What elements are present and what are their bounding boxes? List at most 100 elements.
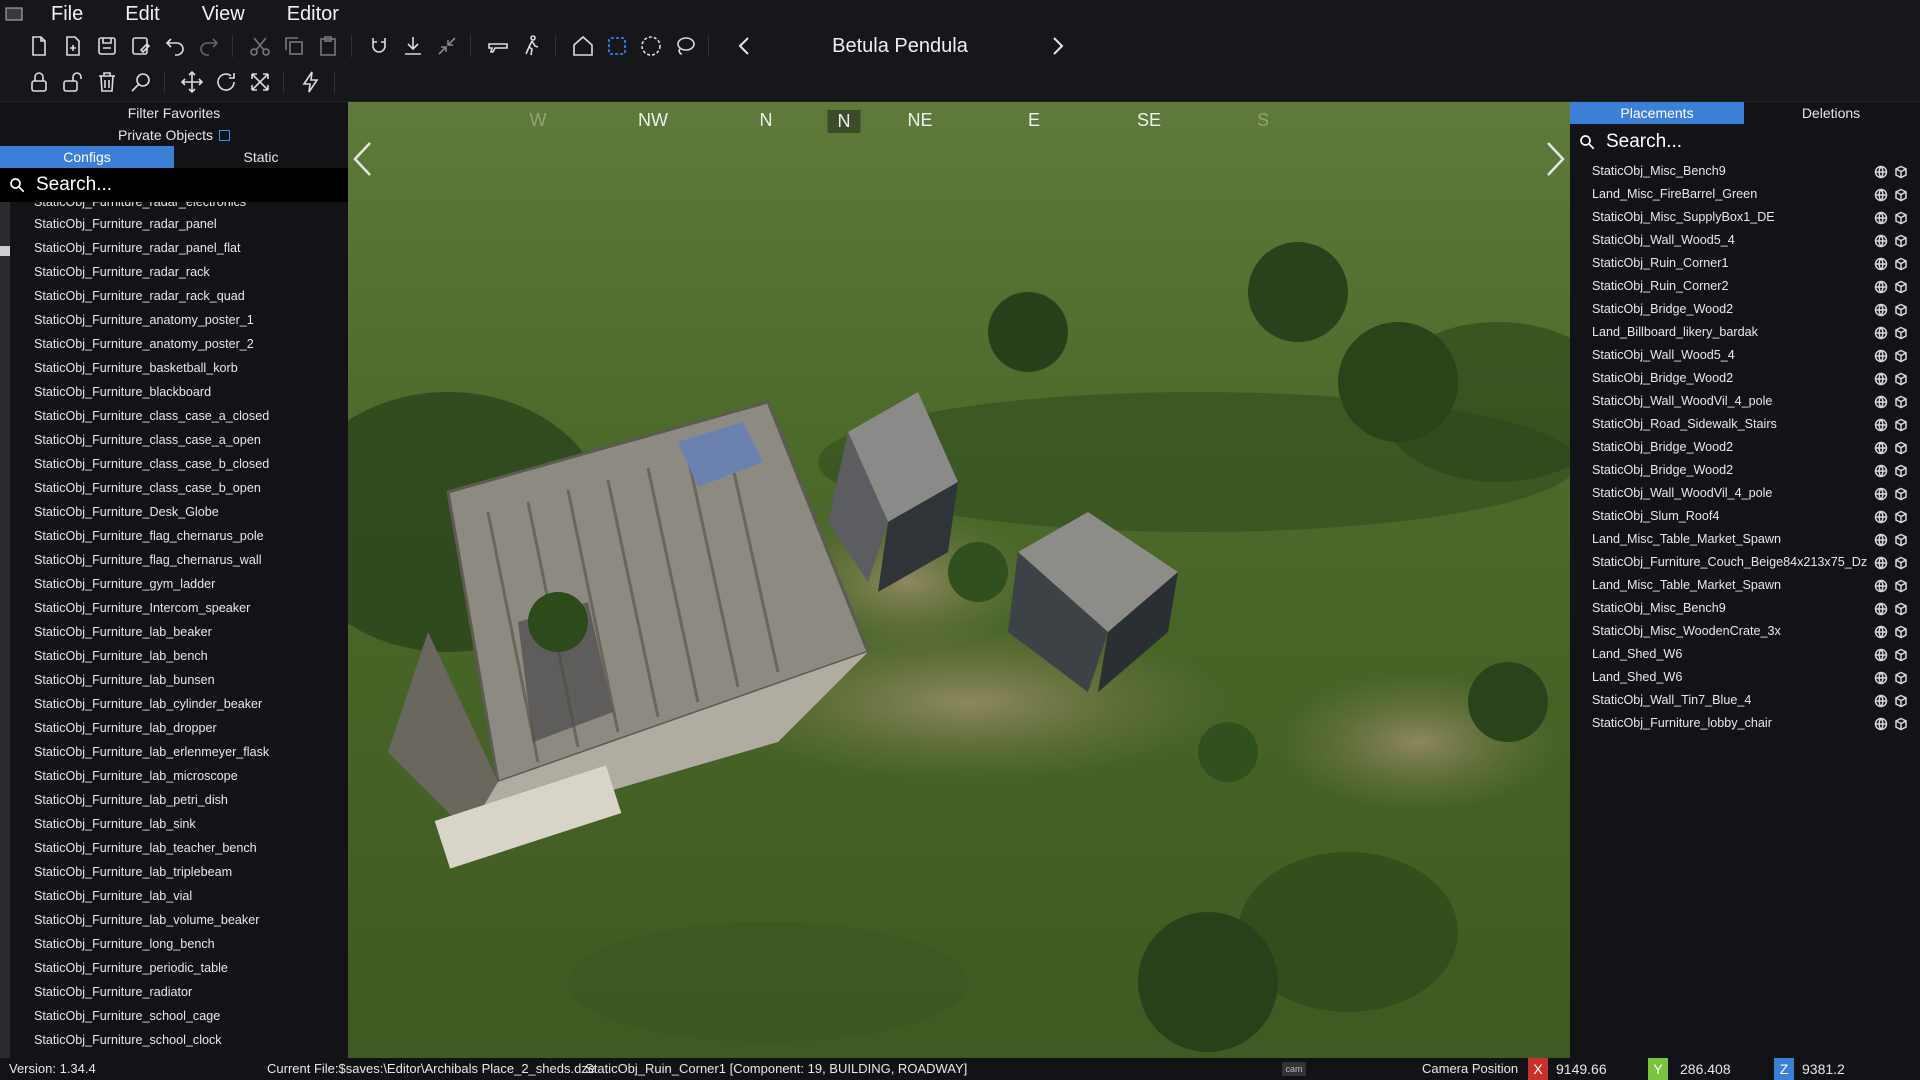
list-item[interactable]: StaticObj_Furniture_lab_bunsen: [0, 668, 348, 692]
list-item[interactable]: StaticObj_Furniture_lab_beaker: [0, 620, 348, 644]
globe-icon[interactable]: [1874, 279, 1888, 294]
left-search-input[interactable]: [36, 174, 316, 196]
delete-icon[interactable]: [92, 67, 122, 97]
circle-select-icon[interactable]: [636, 31, 666, 61]
move-gizmo-icon[interactable]: [177, 67, 207, 97]
list-item[interactable]: StaticObj_Furniture_radiator: [0, 980, 348, 1004]
list-item[interactable]: StaticObj_Furniture_lab_bench: [0, 644, 348, 668]
list-item[interactable]: StaticObj_Furniture_lab_dropper: [0, 716, 348, 740]
globe-icon[interactable]: [1874, 325, 1888, 340]
new-file-icon[interactable]: [24, 31, 54, 61]
cube-icon[interactable]: [1894, 440, 1908, 455]
tab-configs[interactable]: Configs: [0, 146, 174, 168]
globe-icon[interactable]: [1874, 302, 1888, 317]
list-item[interactable]: StaticObj_Furniture_class_case_b_closed: [0, 452, 348, 476]
placement-item[interactable]: Land_Billboard_likery_bardak: [1570, 321, 1920, 344]
cube-icon[interactable]: [1894, 371, 1908, 386]
placement-item[interactable]: Land_Misc_Table_Market_Spawn: [1570, 574, 1920, 597]
weapon-icon[interactable]: [483, 31, 513, 61]
list-item[interactable]: StaticObj_Furniture_lab_erlenmeyer_flask: [0, 740, 348, 764]
globe-icon[interactable]: [1874, 693, 1888, 708]
cube-icon[interactable]: [1894, 233, 1908, 248]
paste-icon[interactable]: [313, 31, 343, 61]
placement-item[interactable]: StaticObj_Wall_Tin7_Blue_4: [1570, 689, 1920, 712]
globe-icon[interactable]: [1874, 532, 1888, 547]
list-item[interactable]: StaticObj_Furniture_school_cage: [0, 1004, 348, 1028]
placement-item[interactable]: StaticObj_Wall_Wood5_4: [1570, 229, 1920, 252]
list-item[interactable]: StaticObj_Furniture_radar_rack_quad: [0, 284, 348, 308]
placement-item[interactable]: StaticObj_Ruin_Corner2: [1570, 275, 1920, 298]
placement-item[interactable]: StaticObj_Bridge_Wood2: [1570, 459, 1920, 482]
list-item[interactable]: StaticObj_Furniture_anatomy_poster_2: [0, 332, 348, 356]
placement-item[interactable]: StaticObj_Slum_Roof4: [1570, 505, 1920, 528]
cube-icon[interactable]: [1894, 256, 1908, 271]
cube-icon[interactable]: [1894, 647, 1908, 662]
cube-icon[interactable]: [1894, 532, 1908, 547]
list-item[interactable]: StaticObj_Furniture_lab_petri_dish: [0, 788, 348, 812]
save-icon[interactable]: [92, 31, 122, 61]
collapse-right-panel-button[interactable]: [1542, 140, 1568, 178]
undo-icon[interactable]: [160, 31, 190, 61]
globe-icon[interactable]: [1874, 348, 1888, 363]
list-item[interactable]: StaticObj_Furniture_periodic_table: [0, 956, 348, 980]
save-as-icon[interactable]: [126, 31, 156, 61]
cube-icon[interactable]: [1894, 417, 1908, 432]
list-item[interactable]: StaticObj_Furniture_Intercom_speaker: [0, 596, 348, 620]
list-item[interactable]: StaticObj_Furniture_radar_panel: [0, 212, 348, 236]
rotate-gizmo-icon[interactable]: [211, 67, 241, 97]
globe-icon[interactable]: [1874, 601, 1888, 616]
placement-item[interactable]: StaticObj_Misc_SupplyBox1_DE: [1570, 206, 1920, 229]
cube-icon[interactable]: [1894, 670, 1908, 685]
tab-static[interactable]: Static: [174, 146, 348, 168]
globe-icon[interactable]: [1874, 670, 1888, 685]
camera-y-value[interactable]: 286.408: [1680, 1058, 1731, 1080]
unlock-icon[interactable]: [58, 67, 88, 97]
list-item[interactable]: StaticObj_Furniture_class_case_a_closed: [0, 404, 348, 428]
cube-icon[interactable]: [1894, 348, 1908, 363]
globe-icon[interactable]: [1874, 647, 1888, 662]
globe-icon[interactable]: [1874, 463, 1888, 478]
prev-location-button[interactable]: [733, 34, 757, 58]
list-item[interactable]: StaticObj_Furniture_gym_ladder: [0, 572, 348, 596]
cube-icon[interactable]: [1894, 279, 1908, 294]
cube-icon[interactable]: [1894, 693, 1908, 708]
globe-icon[interactable]: [1874, 486, 1888, 501]
private-objects-checkbox[interactable]: [218, 130, 230, 141]
menu-edit[interactable]: Edit: [102, 0, 178, 28]
cube-icon[interactable]: [1894, 164, 1908, 179]
collapse-icon[interactable]: [432, 31, 462, 61]
cube-icon[interactable]: [1894, 302, 1908, 317]
filter-favorites-toggle[interactable]: Filter Favorites: [0, 102, 348, 124]
right-search-input[interactable]: [1606, 131, 1886, 153]
list-item[interactable]: StaticObj_Furniture_anatomy_poster_1: [0, 308, 348, 332]
list-item[interactable]: StaticObj_Furniture_blackboard: [0, 380, 348, 404]
lightning-icon[interactable]: [296, 67, 326, 97]
globe-icon[interactable]: [1874, 210, 1888, 225]
list-item[interactable]: StaticObj_Furniture_basketball_korb: [0, 356, 348, 380]
list-item[interactable]: StaticObj_Furniture_radar_rack: [0, 260, 348, 284]
cube-icon[interactable]: [1894, 509, 1908, 524]
cube-icon[interactable]: [1894, 578, 1908, 593]
list-item[interactable]: StaticObj_Furniture_lab_cylinder_beaker: [0, 692, 348, 716]
cube-icon[interactable]: [1894, 555, 1908, 570]
walk-mode-icon[interactable]: [517, 31, 547, 61]
box-select-icon[interactable]: [602, 31, 632, 61]
menu-editor[interactable]: Editor: [264, 0, 358, 28]
placement-item[interactable]: StaticObj_Wall_WoodVil_4_pole: [1570, 482, 1920, 505]
placement-item[interactable]: Land_Shed_W6: [1570, 666, 1920, 689]
menu-view[interactable]: View: [179, 0, 264, 28]
globe-icon[interactable]: [1874, 555, 1888, 570]
zoom-icon[interactable]: [126, 67, 156, 97]
collapse-left-panel-button[interactable]: [350, 140, 376, 178]
placement-item[interactable]: StaticObj_Bridge_Wood2: [1570, 436, 1920, 459]
placement-item[interactable]: StaticObj_Misc_WoodenCrate_3x: [1570, 620, 1920, 643]
globe-icon[interactable]: [1874, 233, 1888, 248]
open-file-icon[interactable]: [58, 31, 88, 61]
cube-icon[interactable]: [1894, 394, 1908, 409]
placement-item[interactable]: StaticObj_Bridge_Wood2: [1570, 367, 1920, 390]
cube-icon[interactable]: [1894, 463, 1908, 478]
cube-icon[interactable]: [1894, 486, 1908, 501]
placement-item[interactable]: StaticObj_Wall_Wood5_4: [1570, 344, 1920, 367]
globe-icon[interactable]: [1874, 394, 1888, 409]
tab-deletions[interactable]: Deletions: [1744, 102, 1918, 124]
